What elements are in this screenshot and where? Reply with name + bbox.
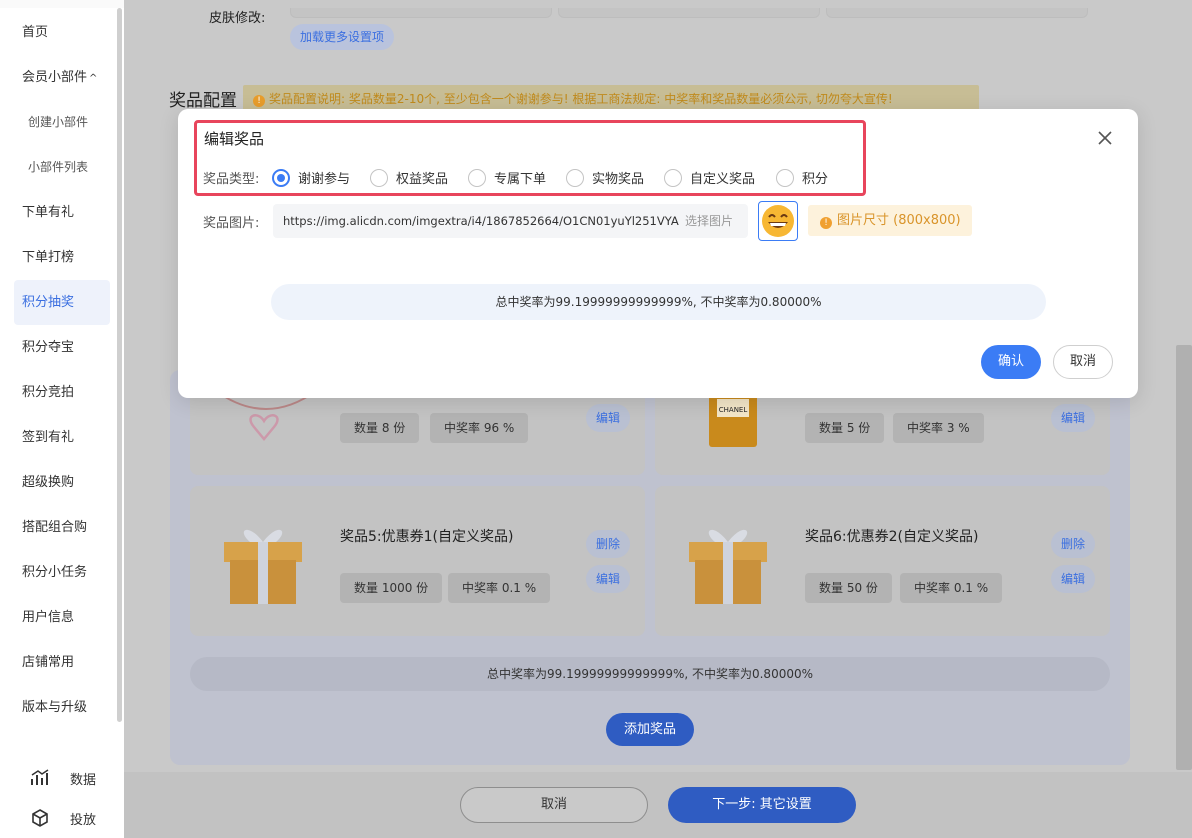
add-prize-button[interactable]: 添加奖品 [606, 713, 694, 746]
close-icon[interactable] [1096, 129, 1114, 147]
radio-unchecked-icon [566, 168, 584, 187]
sidebar-item-super-exchange[interactable]: 超级换购 [14, 460, 110, 505]
sidebar-item-points-lottery[interactable]: 积分抽奖 [14, 280, 110, 325]
radio-label: 权益奖品 [396, 172, 449, 187]
warning-icon: ! [253, 95, 265, 107]
dialog-total-rate: 总中奖率为99.19999999999999%, 不中奖率为0.80000% [271, 284, 1046, 320]
prize-note-text: 奖品配置说明: 奖品数量2-10个, 至少包含一个谢谢参与! 根据工商法规定: … [269, 92, 893, 106]
sidebar-item-member-widget[interactable]: 会员小部件 ^ [14, 55, 110, 100]
prize-rate: 中奖率 3 % [893, 413, 984, 443]
radio-unchecked-icon [664, 168, 682, 187]
sidebar-item-user-info[interactable]: 用户信息 [14, 595, 110, 640]
prize-quantity: 数量 1000 份 [340, 573, 443, 603]
radio-unchecked-icon [468, 168, 486, 187]
section-title: 奖品配置 [169, 91, 237, 111]
sidebar-item-deliver[interactable]: 投放 [30, 806, 96, 830]
radio-label: 专属下单 [494, 172, 547, 187]
sidebar-menu: 首页 会员小部件 ^ 创建小部件 小部件列表 下单有礼 下单打榜 积分抽奖 积分夺… [14, 10, 110, 730]
next-step-button[interactable]: 下一步: 其它设置 [668, 787, 856, 823]
prize-rate: 中奖率 0.1 % [900, 573, 1003, 603]
radio-unchecked-icon [370, 168, 388, 187]
skin-label: 皮肤修改: [209, 11, 266, 26]
sidebar-item-order-gift[interactable]: 下单有礼 [14, 190, 110, 235]
skin-option[interactable] [826, 8, 1088, 18]
choose-image-button[interactable]: 选择图片 [685, 204, 733, 238]
sidebar-item-shop-common[interactable]: 店铺常用 [14, 640, 110, 685]
load-more-button[interactable]: 加载更多设置项 [290, 24, 395, 50]
skin-options [290, 8, 1088, 18]
edit-button[interactable]: 编辑 [586, 565, 630, 593]
radio-checked-icon [272, 168, 290, 187]
delete-button[interactable]: 删除 [1051, 530, 1095, 558]
radio-custom-prize[interactable]: 自定义奖品 [664, 168, 755, 187]
prize-image-label: 奖品图片: [203, 216, 260, 231]
sidebar-item-points-treasure[interactable]: 积分夺宝 [14, 325, 110, 370]
sidebar-item-home[interactable]: 首页 [14, 10, 110, 55]
image-url-value: https://img.alicdn.com/imgextra/i4/18678… [283, 214, 679, 228]
total-rate-bar: 总中奖率为99.19999999999999%, 不中奖率为0.80000% [190, 657, 1110, 691]
sidebar-item-widget-list[interactable]: 小部件列表 [14, 145, 110, 190]
sidebar-item-data[interactable]: 数据 [30, 766, 96, 790]
footer-cancel-button[interactable]: 取消 [460, 787, 648, 823]
radio-label: 谢谢参与 [298, 172, 351, 187]
image-size-tip: ! 图片尺寸 (800x800) [808, 205, 972, 236]
prize-rate: 中奖率 0.1 % [448, 573, 551, 603]
radio-label: 实物奖品 [592, 172, 645, 187]
smiley-face-icon [762, 205, 794, 237]
data-chart-icon [31, 769, 49, 785]
confirm-button[interactable]: 确认 [981, 345, 1041, 379]
svg-text:CHANEL: CHANEL [719, 406, 748, 414]
sidebar-item-order-rank[interactable]: 下单打榜 [14, 235, 110, 280]
radio-exclusive-order[interactable]: 专属下单 [468, 168, 546, 187]
gift-box-image [689, 529, 767, 604]
footer-bar [124, 772, 1192, 838]
image-preview[interactable] [758, 201, 798, 241]
edit-button[interactable]: 编辑 [1051, 404, 1095, 432]
dialog-title: 编辑奖品 [204, 130, 265, 148]
prize-card: 奖品5:优惠券1(自定义奖品) 数量 1000 份 中奖率 0.1 % 删除 编… [190, 486, 645, 636]
prize-quantity: 数量 50 份 [805, 573, 892, 603]
sidebar-item-label: 会员小部件 [22, 70, 88, 85]
sidebar-bottom-nav: 数据 投放 [0, 752, 124, 838]
radio-physical-prize[interactable]: 实物奖品 [566, 168, 644, 187]
dialog-cancel-button[interactable]: 取消 [1053, 345, 1113, 379]
radio-thanks[interactable]: 谢谢参与 [272, 168, 350, 187]
sidebar-item-points-tasks[interactable]: 积分小任务 [14, 550, 110, 595]
sidebar-item-label: 数据 [70, 772, 97, 788]
delete-button[interactable]: 删除 [586, 530, 630, 558]
radio-label: 自定义奖品 [690, 172, 756, 187]
sidebar-scrollbar[interactable] [117, 8, 122, 722]
sidebar-top-strip [0, 0, 124, 8]
cube-icon [32, 809, 48, 827]
prize-rate: 中奖率 96 % [430, 413, 529, 443]
skin-option[interactable] [290, 8, 552, 18]
edit-button[interactable]: 编辑 [586, 404, 630, 432]
prize-quantity: 数量 8 份 [340, 413, 420, 443]
radio-unchecked-icon [776, 168, 794, 187]
radio-points[interactable]: 积分 [776, 168, 828, 187]
page-scrollbar[interactable] [1176, 345, 1192, 770]
radio-rights-prize[interactable]: 权益奖品 [370, 168, 448, 187]
radio-label: 积分 [802, 172, 829, 187]
sidebar-item-combo-buy[interactable]: 搭配组合购 [14, 505, 110, 550]
image-size-text: 图片尺寸 (800x800) [837, 213, 961, 228]
image-url-field[interactable]: https://img.alicdn.com/imgextra/i4/18678… [273, 204, 748, 238]
prize-type-label: 奖品类型: [203, 172, 260, 187]
prize-quantity: 数量 5 份 [805, 413, 885, 443]
warning-icon: ! [820, 217, 832, 229]
sidebar-item-checkin-gift[interactable]: 签到有礼 [14, 415, 110, 460]
gift-box-image [224, 529, 302, 604]
sidebar-item-points-auction[interactable]: 积分竞拍 [14, 370, 110, 415]
skin-option[interactable] [558, 8, 820, 18]
sidebar: 首页 会员小部件 ^ 创建小部件 小部件列表 下单有礼 下单打榜 积分抽奖 积分夺… [0, 0, 124, 838]
sidebar-item-create-widget[interactable]: 创建小部件 [14, 100, 110, 145]
sidebar-item-version-upgrade[interactable]: 版本与升级 [14, 685, 110, 730]
edit-button[interactable]: 编辑 [1051, 565, 1095, 593]
sidebar-item-label: 投放 [70, 812, 97, 828]
prize-name: 奖品6:优惠券2(自定义奖品) [805, 529, 979, 545]
prize-card: 奖品6:优惠券2(自定义奖品) 数量 50 份 中奖率 0.1 % 删除 编辑 [655, 486, 1110, 636]
chevron-up-icon: ^ [89, 73, 98, 84]
prize-name: 奖品5:优惠券1(自定义奖品) [340, 529, 514, 545]
